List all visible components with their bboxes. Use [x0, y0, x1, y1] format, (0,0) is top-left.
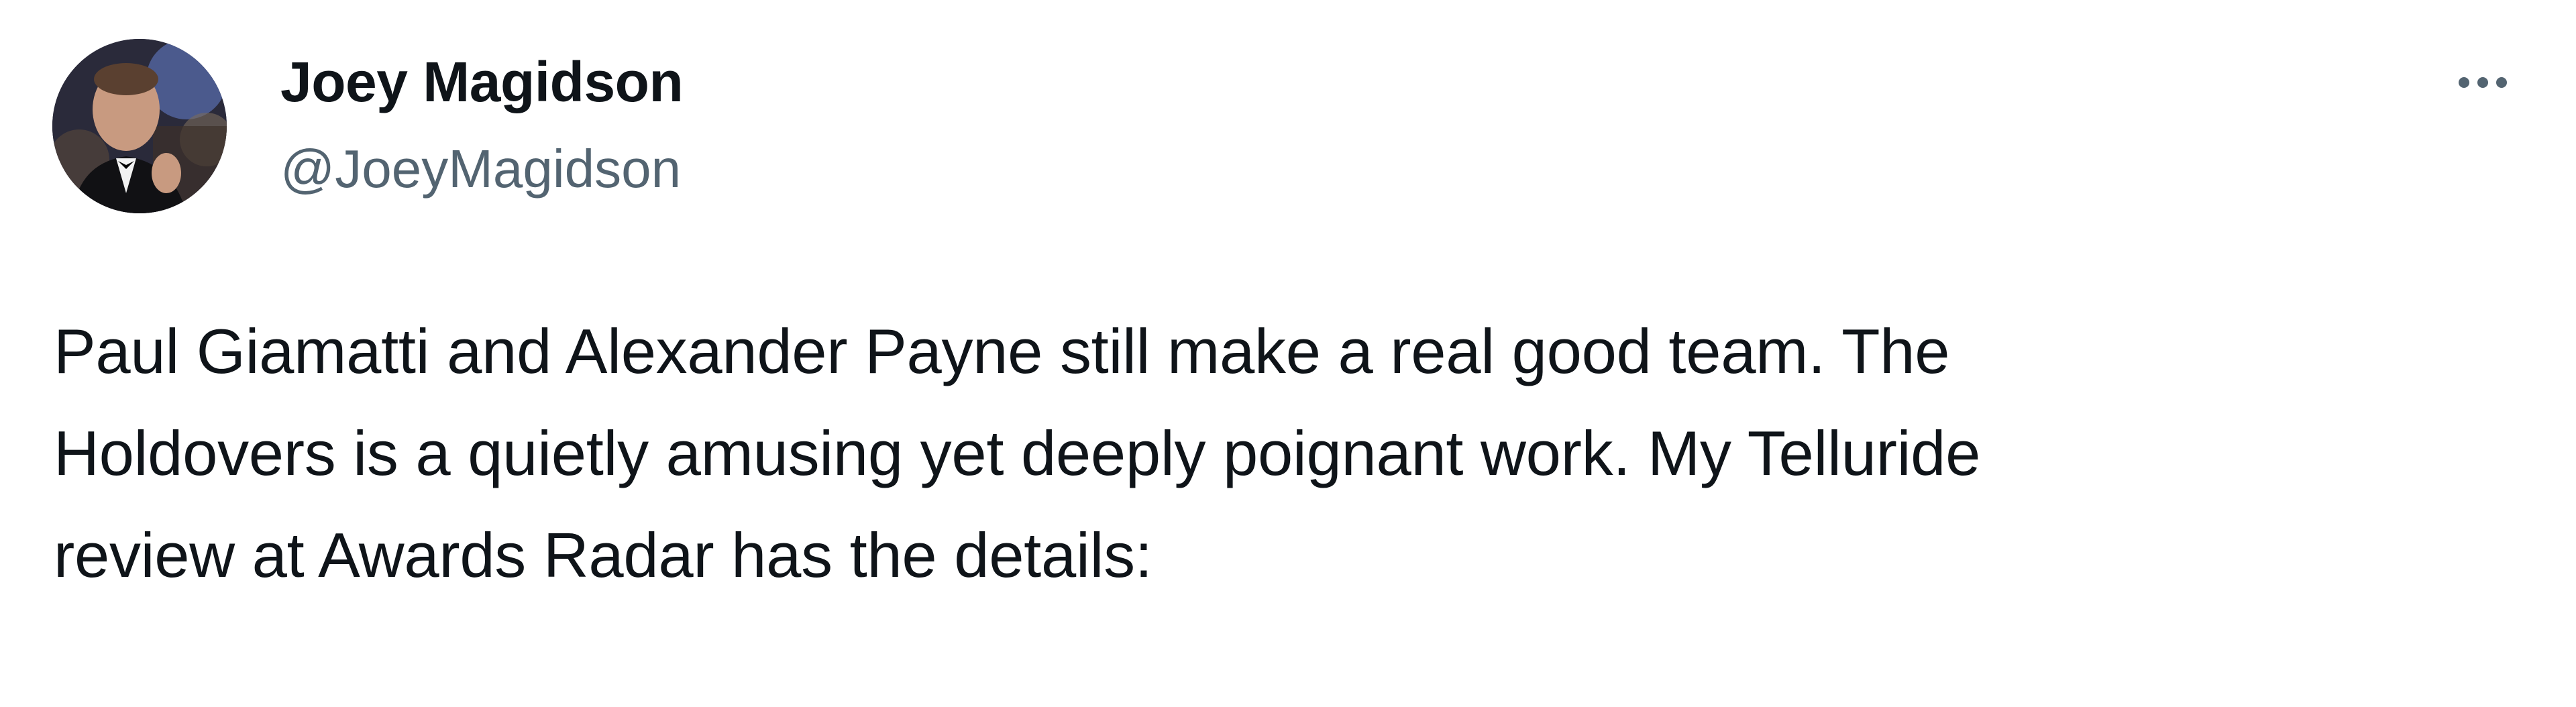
tweet-card: Joey Magidson @JoeyMagidson Paul Giamatt… — [0, 0, 2576, 707]
author-avatar[interactable] — [52, 39, 227, 213]
dot — [2459, 77, 2469, 88]
avatar-photo-icon — [52, 39, 227, 213]
dot — [2477, 77, 2488, 88]
tweet-text: Paul Giamatti and Alexander Payne still … — [54, 316, 1981, 590]
dot — [2496, 77, 2507, 88]
author-name[interactable]: Joey Magidson — [280, 50, 684, 115]
more-options-icon[interactable] — [2446, 59, 2520, 106]
author-handle[interactable]: @JoeyMagidson — [280, 138, 681, 200]
